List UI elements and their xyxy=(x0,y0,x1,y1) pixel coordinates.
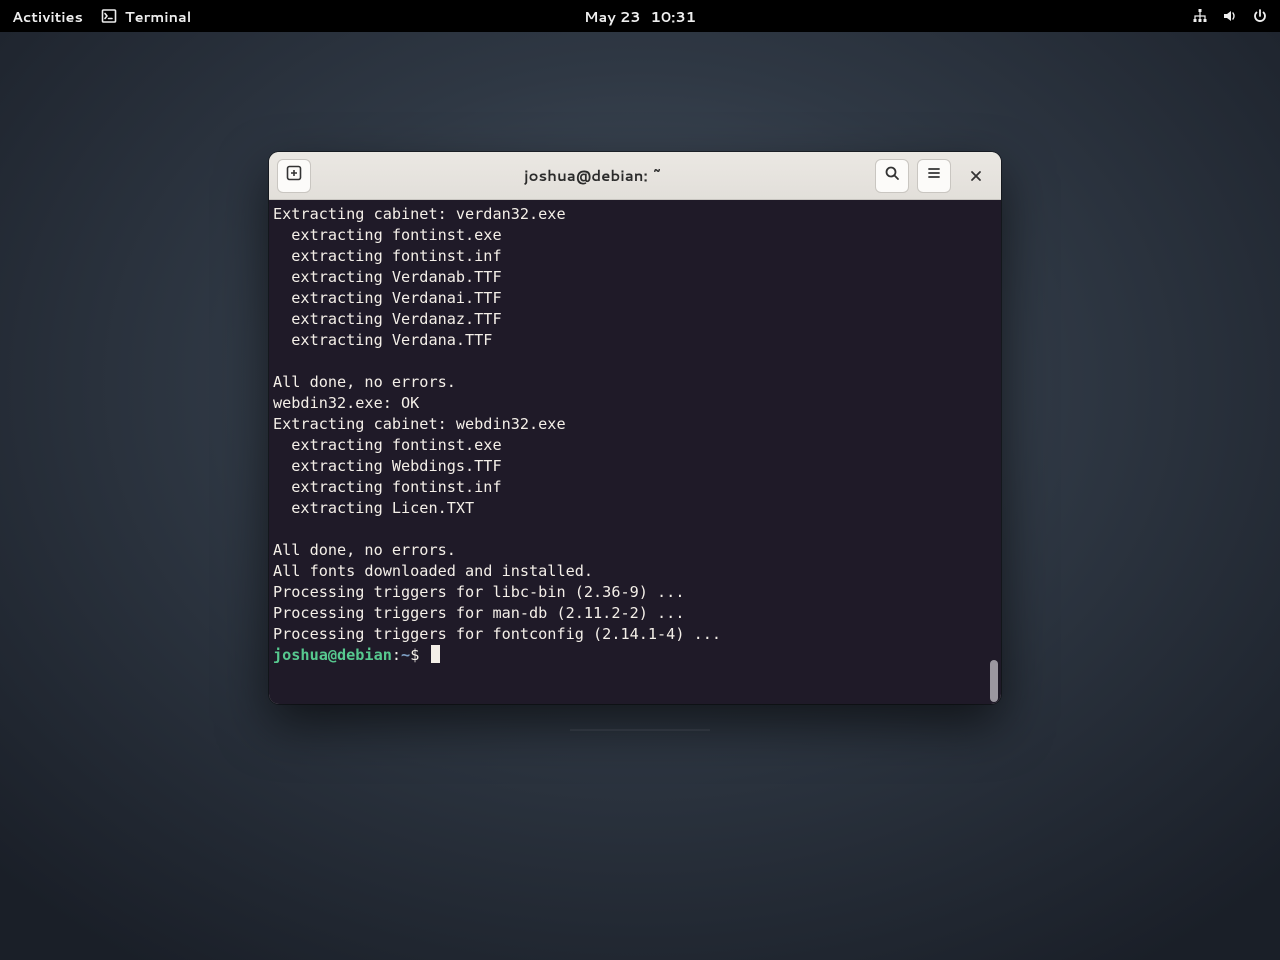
terminal-scrollbar-thumb[interactable] xyxy=(990,660,998,702)
prompt-user-host: joshua@debian xyxy=(273,646,392,664)
volume-icon xyxy=(1222,8,1238,24)
hamburger-icon xyxy=(926,164,942,187)
close-button[interactable] xyxy=(959,159,993,193)
dock-handle xyxy=(570,729,710,731)
terminal-cursor xyxy=(431,645,440,663)
search-button[interactable] xyxy=(875,159,909,193)
system-tray[interactable] xyxy=(1192,8,1268,24)
terminal-app-icon xyxy=(101,8,117,24)
menu-button[interactable] xyxy=(917,159,951,193)
terminal-window: joshua@debian: ~ xyxy=(269,152,1001,704)
terminal-viewport[interactable]: Extracting cabinet: verdan32.exe extract… xyxy=(269,200,1001,704)
prompt-separator: : xyxy=(392,646,401,664)
top-bar-left: Activities Terminal xyxy=(12,6,191,27)
window-title: joshua@debian: ~ xyxy=(311,165,875,186)
clock-menu[interactable]: May 23 10:31 xyxy=(584,6,696,27)
active-app-menu[interactable]: Terminal xyxy=(101,6,191,27)
terminal-output: Extracting cabinet: verdan32.exe extract… xyxy=(273,204,1001,645)
activities-button[interactable]: Activities xyxy=(12,6,83,27)
topbar-date: May 23 xyxy=(584,6,641,27)
search-icon xyxy=(884,164,900,187)
window-titlebar[interactable]: joshua@debian: ~ xyxy=(269,152,1001,200)
top-bar: Activities Terminal May 23 10:31 xyxy=(0,0,1280,32)
network-icon xyxy=(1192,8,1208,24)
new-tab-button[interactable] xyxy=(277,159,311,193)
plus-icon xyxy=(286,164,302,187)
prompt-symbol: $ xyxy=(410,646,419,664)
prompt-path: ~ xyxy=(401,646,410,664)
power-icon xyxy=(1252,8,1268,24)
close-icon xyxy=(969,163,983,189)
active-app-label: Terminal xyxy=(125,6,191,27)
topbar-time: 10:31 xyxy=(651,6,697,27)
terminal-prompt-line: joshua@debian:~$ xyxy=(273,645,1001,666)
